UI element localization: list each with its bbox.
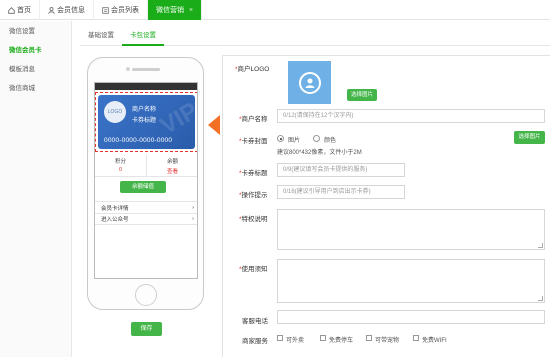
usage-notice-label: *使用须知 — [239, 266, 268, 273]
tab-label: 首页 — [17, 7, 31, 14]
tab-member-list[interactable]: 会员列表 — [94, 0, 148, 20]
tab-label: 会员信息 — [57, 7, 85, 14]
stat-value: 0 — [118, 167, 123, 173]
card-title-input[interactable]: 0/9(建议填写会员卡提供的服务) — [277, 163, 405, 177]
sidebar-item-member-card[interactable]: 微信会员卡 — [0, 43, 71, 59]
service-checkbox-wifi[interactable] — [413, 335, 419, 341]
card-merchant-name: 商户名称 — [132, 107, 157, 113]
card-number: 0000-0000-0000-0000 — [104, 137, 173, 144]
home-icon — [8, 6, 15, 14]
cover-image-option-label: 图片 — [288, 138, 301, 144]
service-checkbox-pets[interactable] — [366, 335, 372, 341]
phone-home-button — [135, 284, 157, 306]
operation-tip-input[interactable]: 0/16(建议引导用户到店出示卡券) — [277, 185, 405, 199]
member-card: LOGO 商户名称 卡券标题 0000-0000-0000-0000 VIP — [98, 95, 195, 149]
service-phone-label: 客服电话 — [242, 318, 268, 325]
stat-value[interactable]: 查看 — [147, 167, 197, 175]
logo-label: *商户LOGO — [235, 66, 270, 73]
user-icon — [298, 71, 321, 94]
menu-item-official-account[interactable]: 进入公众号 › — [95, 213, 197, 225]
select-cover-button[interactable]: 选择图片 — [514, 131, 545, 144]
card-watermark: VIP — [155, 97, 195, 140]
tab-label: 微信营销 — [156, 7, 184, 14]
service-option-label: 可带宠物 — [375, 338, 400, 344]
tab-basic-settings[interactable]: 基础设置 — [80, 28, 122, 46]
phone-speaker — [132, 68, 160, 71]
resize-grip-icon[interactable] — [538, 243, 543, 248]
card-title: 卡券标题 — [132, 118, 157, 124]
list-icon — [102, 6, 109, 14]
tab-member-info[interactable]: 会员信息 — [40, 0, 94, 20]
service-phone-input[interactable] — [277, 310, 545, 324]
service-checkbox-takeaway[interactable] — [277, 335, 283, 341]
cover-label: *卡券封面 — [239, 138, 268, 145]
sidebar-item-template-message[interactable]: 模板消息 — [0, 62, 71, 78]
tab-label: 会员列表 — [111, 7, 139, 14]
chevron-right-icon: › — [192, 216, 194, 222]
card-title-label: *卡券标题 — [239, 170, 268, 177]
close-icon[interactable]: × — [189, 7, 193, 14]
cover-color-option-label: 颜色 — [324, 138, 337, 144]
sidebar: 微信设置 微信会员卡 模板消息 微信商城 — [0, 21, 72, 357]
phone-screen: LOGO 商户名称 卡券标题 0000-0000-0000-0000 VIP 积… — [94, 82, 198, 279]
card-stats: 积分 0 余额 查看 — [95, 155, 197, 177]
phone-camera — [126, 67, 130, 71]
top-tab-bar: 首页 会员信息 会员列表 微信营销 × — [0, 0, 550, 20]
merchant-services-label: 商家服务 — [242, 338, 268, 345]
service-option-label: 免费停车 — [329, 338, 354, 344]
service-checkbox-parking[interactable] — [320, 335, 326, 341]
tab-home[interactable]: 首页 — [0, 0, 40, 20]
stat-label: 余额 — [166, 159, 178, 165]
card-menu: 会员卡详情 › 进入公众号 › — [95, 201, 197, 225]
service-option-label: 可外卖 — [286, 338, 305, 344]
cover-image-radio[interactable] — [277, 135, 284, 142]
chevron-right-icon: › — [192, 204, 194, 211]
privilege-label: *特权说明 — [239, 216, 268, 223]
select-logo-button[interactable]: 选择图片 — [347, 89, 377, 101]
cover-color-radio[interactable] — [313, 135, 320, 142]
sidebar-item-wechat-mall[interactable]: 微信商城 — [0, 81, 71, 97]
pointer-arrow-icon — [208, 115, 220, 135]
usage-notice-textarea[interactable] — [277, 259, 545, 303]
merchant-name-label: *商户名称 — [239, 116, 268, 123]
card-settings-form: *商户LOGO 选择图片 *商户名称 0/12(请保持在12个汉字内) *卡券封… — [222, 55, 550, 357]
tab-card-settings[interactable]: 卡包设置 — [122, 28, 164, 46]
resize-grip-icon[interactable] — [538, 296, 543, 301]
menu-item-card-details[interactable]: 会员卡详情 › — [95, 201, 197, 213]
menu-item-label: 进入公众号 — [101, 217, 129, 223]
sidebar-item-wechat-settings[interactable]: 微信设置 — [0, 24, 71, 40]
privilege-textarea[interactable] — [277, 209, 545, 250]
user-icon — [48, 6, 55, 14]
menu-item-label: 会员卡详情 — [101, 205, 129, 212]
stat-label: 积分 — [114, 159, 126, 165]
card-preview-selection[interactable]: LOGO 商户名称 卡券标题 0000-0000-0000-0000 VIP — [95, 92, 197, 152]
stat-balance: 余额 查看 — [147, 155, 197, 176]
stat-points: 积分 0 — [95, 155, 147, 176]
status-bar — [95, 83, 197, 90]
save-button[interactable]: 保存 — [131, 322, 162, 336]
sub-tabs: 基础设置 卡包设置 — [80, 28, 550, 46]
operation-tip-label: *操作提示 — [239, 192, 268, 199]
card-logo: LOGO — [104, 101, 126, 123]
logo-preview — [288, 61, 331, 104]
service-option-label: 免费WIFI — [422, 338, 447, 344]
tab-wechat-marketing[interactable]: 微信营销 × — [148, 0, 203, 20]
phone-preview: LOGO 商户名称 卡券标题 0000-0000-0000-0000 VIP 积… — [87, 57, 204, 310]
cover-hint: 建议800*432像素，文件小于2M — [277, 150, 362, 156]
recharge-button[interactable]: 余额储值 — [120, 181, 166, 193]
merchant-name-input[interactable]: 0/12(请保持在12个汉字内) — [277, 109, 545, 123]
